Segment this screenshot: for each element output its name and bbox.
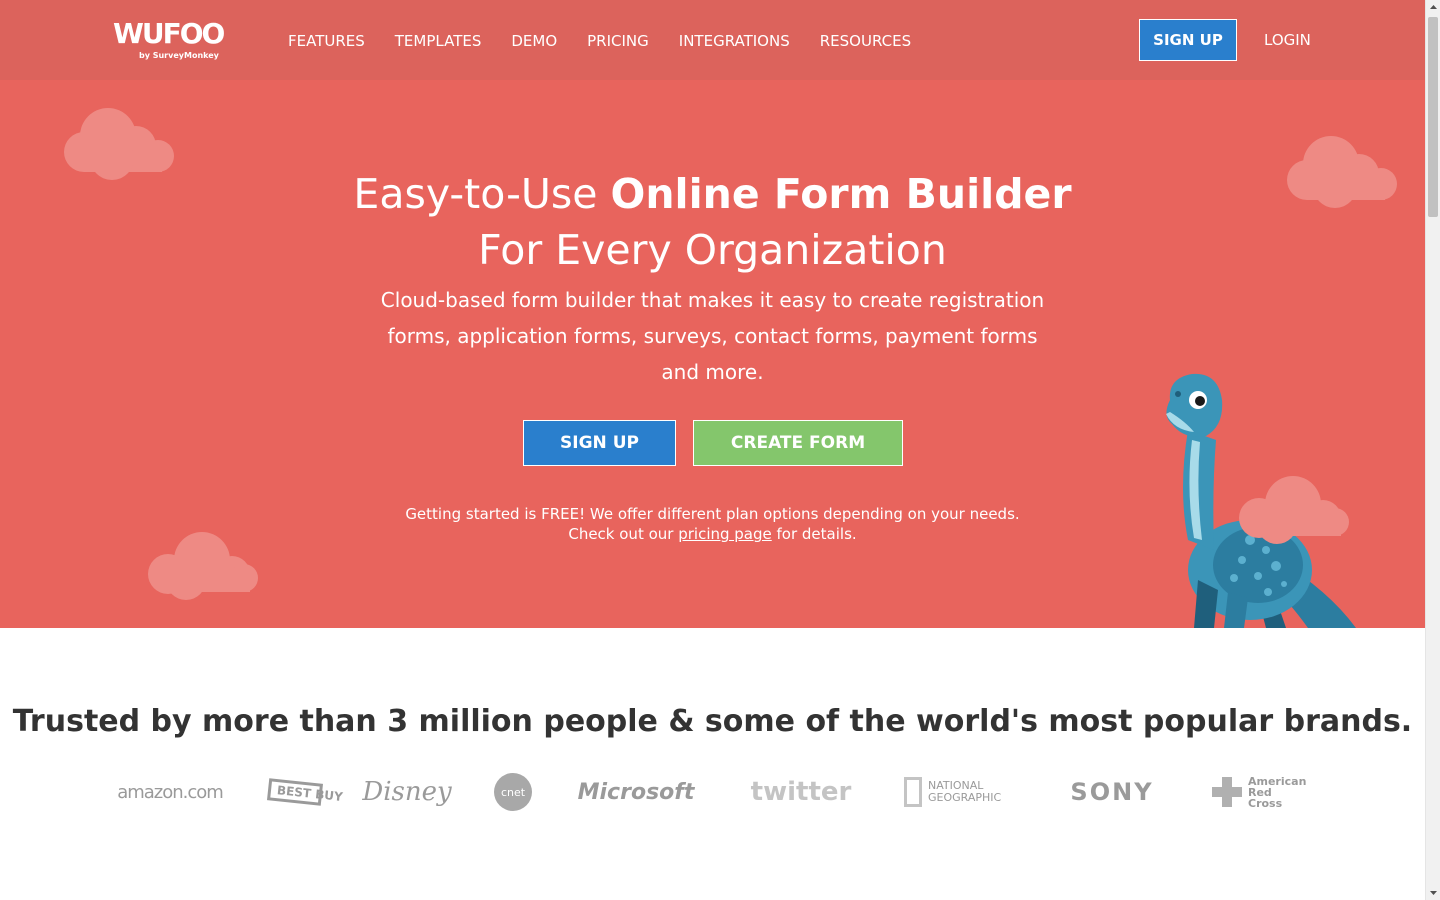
nav-templates[interactable]: TEMPLATES: [395, 30, 482, 52]
microsoft-logo: Microsoft: [576, 770, 696, 814]
site-header: WUFOO by SurveyMonkey FEATURES TEMPLATES…: [0, 0, 1425, 80]
redcross-logo: American Red Cross: [1212, 770, 1308, 814]
create-form-button[interactable]: CREATE FORM: [693, 420, 903, 466]
logo-wordmark: WUFOO: [113, 17, 225, 50]
bestbuy-logo: BEST BUY: [266, 770, 343, 814]
red-cross-icon: [1212, 777, 1242, 807]
hero-title-bold: Online Form Builder: [610, 170, 1072, 218]
cloud-decoration: [148, 532, 258, 600]
cnet-logo: cnet: [494, 770, 532, 814]
natgeo-frame-icon: [904, 777, 922, 807]
main-nav: FEATURES TEMPLATES DEMO PRICING INTEGRAT…: [288, 30, 941, 52]
hero-title-line2: For Every Organization: [478, 226, 947, 274]
twitter-logo: twitter: [744, 770, 858, 814]
nav-demo[interactable]: DEMO: [511, 30, 557, 52]
nav-resources[interactable]: RESOURCES: [820, 30, 911, 52]
nav-pricing[interactable]: PRICING: [587, 30, 649, 52]
pricing-note-end: for details.: [771, 525, 857, 543]
natgeo-logo-text: NATIONAL GEOGRAPHIC: [928, 779, 1002, 804]
hero-signup-button[interactable]: SIGN UP: [523, 420, 676, 466]
scrollbar-thumb[interactable]: [1428, 17, 1438, 217]
disney-logo-text: Disney: [362, 777, 452, 807]
redcross-logo-text: American Red Cross: [1248, 774, 1307, 810]
brand-logos: amazon.com BEST BUY Disney cnet Microsof…: [117, 770, 1318, 814]
hero-subtitle: Cloud-based form builder that makes it e…: [380, 288, 1045, 384]
scroll-up-arrow-icon[interactable]: [1426, 0, 1440, 15]
page-scrollbar[interactable]: [1425, 0, 1440, 900]
hero-title: Easy-to-Use Online Form Builder For Ever…: [0, 166, 1425, 278]
amazon-logo-text: amazon.com: [117, 781, 224, 803]
amazon-logo: amazon.com: [117, 770, 224, 814]
bestbuy-logo-text: BEST BUY: [266, 778, 343, 806]
trusted-by-heading: Trusted by more than 3 million people & …: [12, 704, 1413, 739]
hero-section: Easy-to-Use Online Form Builder For Ever…: [0, 80, 1425, 628]
nav-integrations[interactable]: INTEGRATIONS: [679, 30, 790, 52]
natgeo-logo: NATIONAL GEOGRAPHIC: [904, 770, 1014, 814]
header-signup-button[interactable]: SIGN UP: [1139, 19, 1237, 61]
disney-logo: Disney: [362, 770, 452, 814]
microsoft-logo-text: Microsoft: [577, 779, 695, 805]
cloud-decoration: [1239, 476, 1349, 544]
twitter-logo-text: twitter: [750, 777, 852, 807]
scroll-down-arrow-icon[interactable]: [1426, 885, 1440, 900]
logo-subtitle: by SurveyMonkey: [139, 51, 219, 60]
cnet-logo-text: cnet: [494, 773, 532, 811]
pricing-note: Getting started is FREE! We offer differ…: [380, 504, 1045, 544]
hero-title-light: Easy-to-Use: [353, 170, 611, 218]
wufoo-logo[interactable]: WUFOO by SurveyMonkey: [113, 18, 225, 62]
nav-features[interactable]: FEATURES: [288, 30, 365, 52]
login-link[interactable]: LOGIN: [1264, 29, 1311, 51]
pricing-page-link[interactable]: pricing page: [678, 525, 772, 543]
sony-logo: SONY: [1058, 770, 1166, 814]
sony-logo-text: SONY: [1070, 778, 1154, 806]
